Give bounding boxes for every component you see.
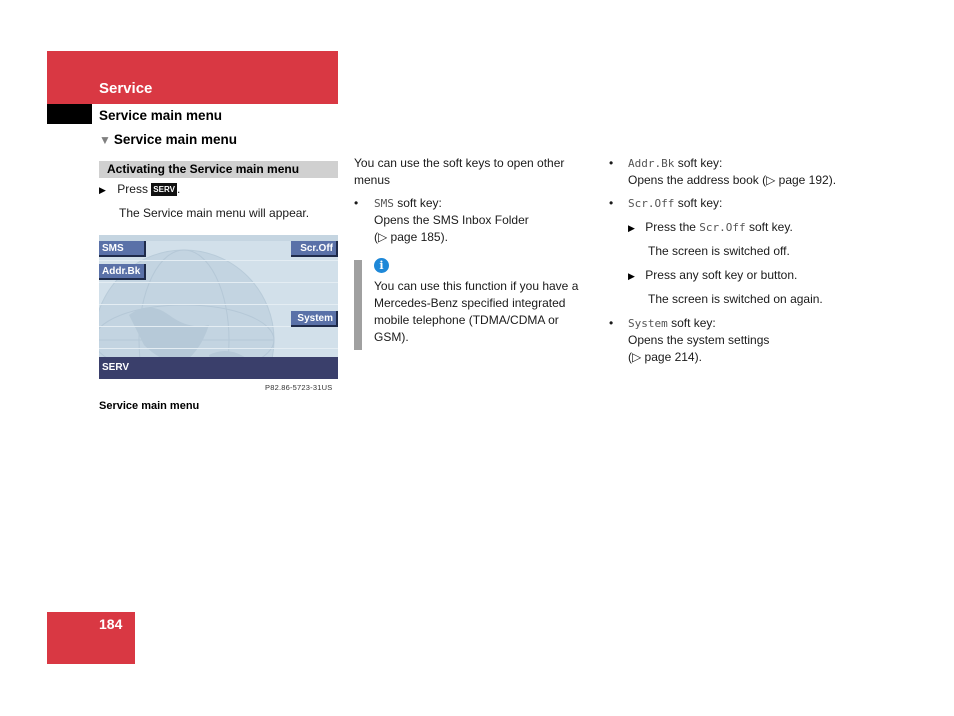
service-menu-display: SMS Addr.Bk Scr.Off System SERV	[99, 235, 338, 379]
step-press-any: ▶ Press any soft key or button.	[628, 267, 797, 285]
figure-code: P82.86-5723-31US	[265, 383, 333, 392]
list-item-system: System soft key: Opens the system settin…	[628, 315, 868, 366]
step-result: The Service main menu will appear.	[119, 206, 310, 220]
display-gridline	[99, 260, 338, 261]
info-sidebar	[354, 260, 362, 350]
softkey-name: Scr.Off	[628, 197, 675, 210]
page-number: 184	[99, 616, 123, 632]
softkey-description: Opens the SMS Inbox Folder	[374, 213, 529, 227]
list-item-sms-body: SMS soft key: Opens the SMS Inbox Folder…	[374, 195, 594, 246]
page-reference[interactable]: (▷ page 185).	[374, 229, 594, 246]
step-text: soft key.	[745, 220, 793, 234]
figure-caption: Service main menu	[99, 400, 200, 412]
section-tab-marker	[47, 104, 92, 124]
display-gridline	[99, 348, 338, 349]
list-item-scr-off: Scr.Off soft key:	[628, 195, 722, 212]
section-title: Service	[99, 80, 153, 97]
softkey-label: soft key:	[674, 196, 723, 210]
display-gridline	[99, 304, 338, 305]
softkey-description: Opens the system settings	[628, 333, 770, 347]
step-result: The screen is switched on again.	[648, 292, 823, 306]
softkey-scr-off[interactable]: Scr.Off	[291, 241, 338, 257]
section-header-band	[47, 51, 338, 104]
softkey-system[interactable]: System	[291, 311, 338, 327]
bullet-icon: •	[609, 196, 614, 210]
softkey-description: Opens the address book (▷ page 192).	[628, 173, 837, 187]
bullet-icon: •	[354, 196, 359, 210]
page-subtitle: Service main menu	[99, 108, 223, 123]
list-item-addr-bk: Addr.Bk soft key: Opens the address book…	[628, 155, 868, 189]
step-press: ▶ Press SERV.	[99, 181, 180, 199]
subsection-heading-text: Service main menu	[113, 132, 237, 147]
intro-text: You can use the soft keys to open other …	[354, 156, 565, 187]
display-status-label: SERV	[102, 362, 130, 373]
triangle-down-icon: ▼	[99, 133, 111, 147]
subsection-heading: ▼ Service main menu	[99, 132, 237, 147]
step-result: The screen is switched off.	[648, 244, 790, 258]
softkey-name: System	[628, 317, 668, 330]
procedure-heading: Activating the Service main menu	[107, 162, 300, 176]
step-arrow-icon: ▶	[99, 185, 106, 195]
step-press-scr-off: ▶ Press the Scr.Off soft key.	[628, 219, 793, 237]
step-arrow-icon: ▶	[628, 271, 635, 281]
page-reference[interactable]: (▷ page 214).	[628, 349, 868, 366]
step-text: Press any soft key or button.	[645, 268, 798, 282]
softkey-name: Scr.Off	[699, 221, 746, 234]
bullet-icon: •	[609, 316, 614, 330]
softkey-label: soft key:	[393, 196, 442, 210]
step-press-end: .	[176, 182, 181, 196]
softkey-name: SMS	[374, 197, 394, 210]
display-gridline	[99, 282, 338, 283]
softkey-addr-bk[interactable]: Addr.Bk	[99, 264, 146, 280]
softkey-label: soft key:	[667, 316, 716, 330]
softkey-name: Addr.Bk	[628, 157, 675, 170]
procedure-heading-bar: Activating the Service main menu	[99, 161, 338, 178]
step-press-text: Press	[117, 182, 148, 196]
step-arrow-icon: ▶	[628, 223, 635, 233]
bullet-icon: •	[609, 156, 614, 170]
serv-key-icon: SERV	[151, 183, 177, 196]
info-icon: i	[374, 258, 389, 273]
info-text: You can use this function if you have a …	[374, 279, 579, 344]
softkey-sms[interactable]: SMS	[99, 241, 146, 257]
step-text: Press the	[645, 220, 700, 234]
list-item-sms: •	[354, 195, 358, 212]
display-status-bar: SERV	[99, 357, 338, 379]
softkey-label: soft key:	[674, 156, 723, 170]
